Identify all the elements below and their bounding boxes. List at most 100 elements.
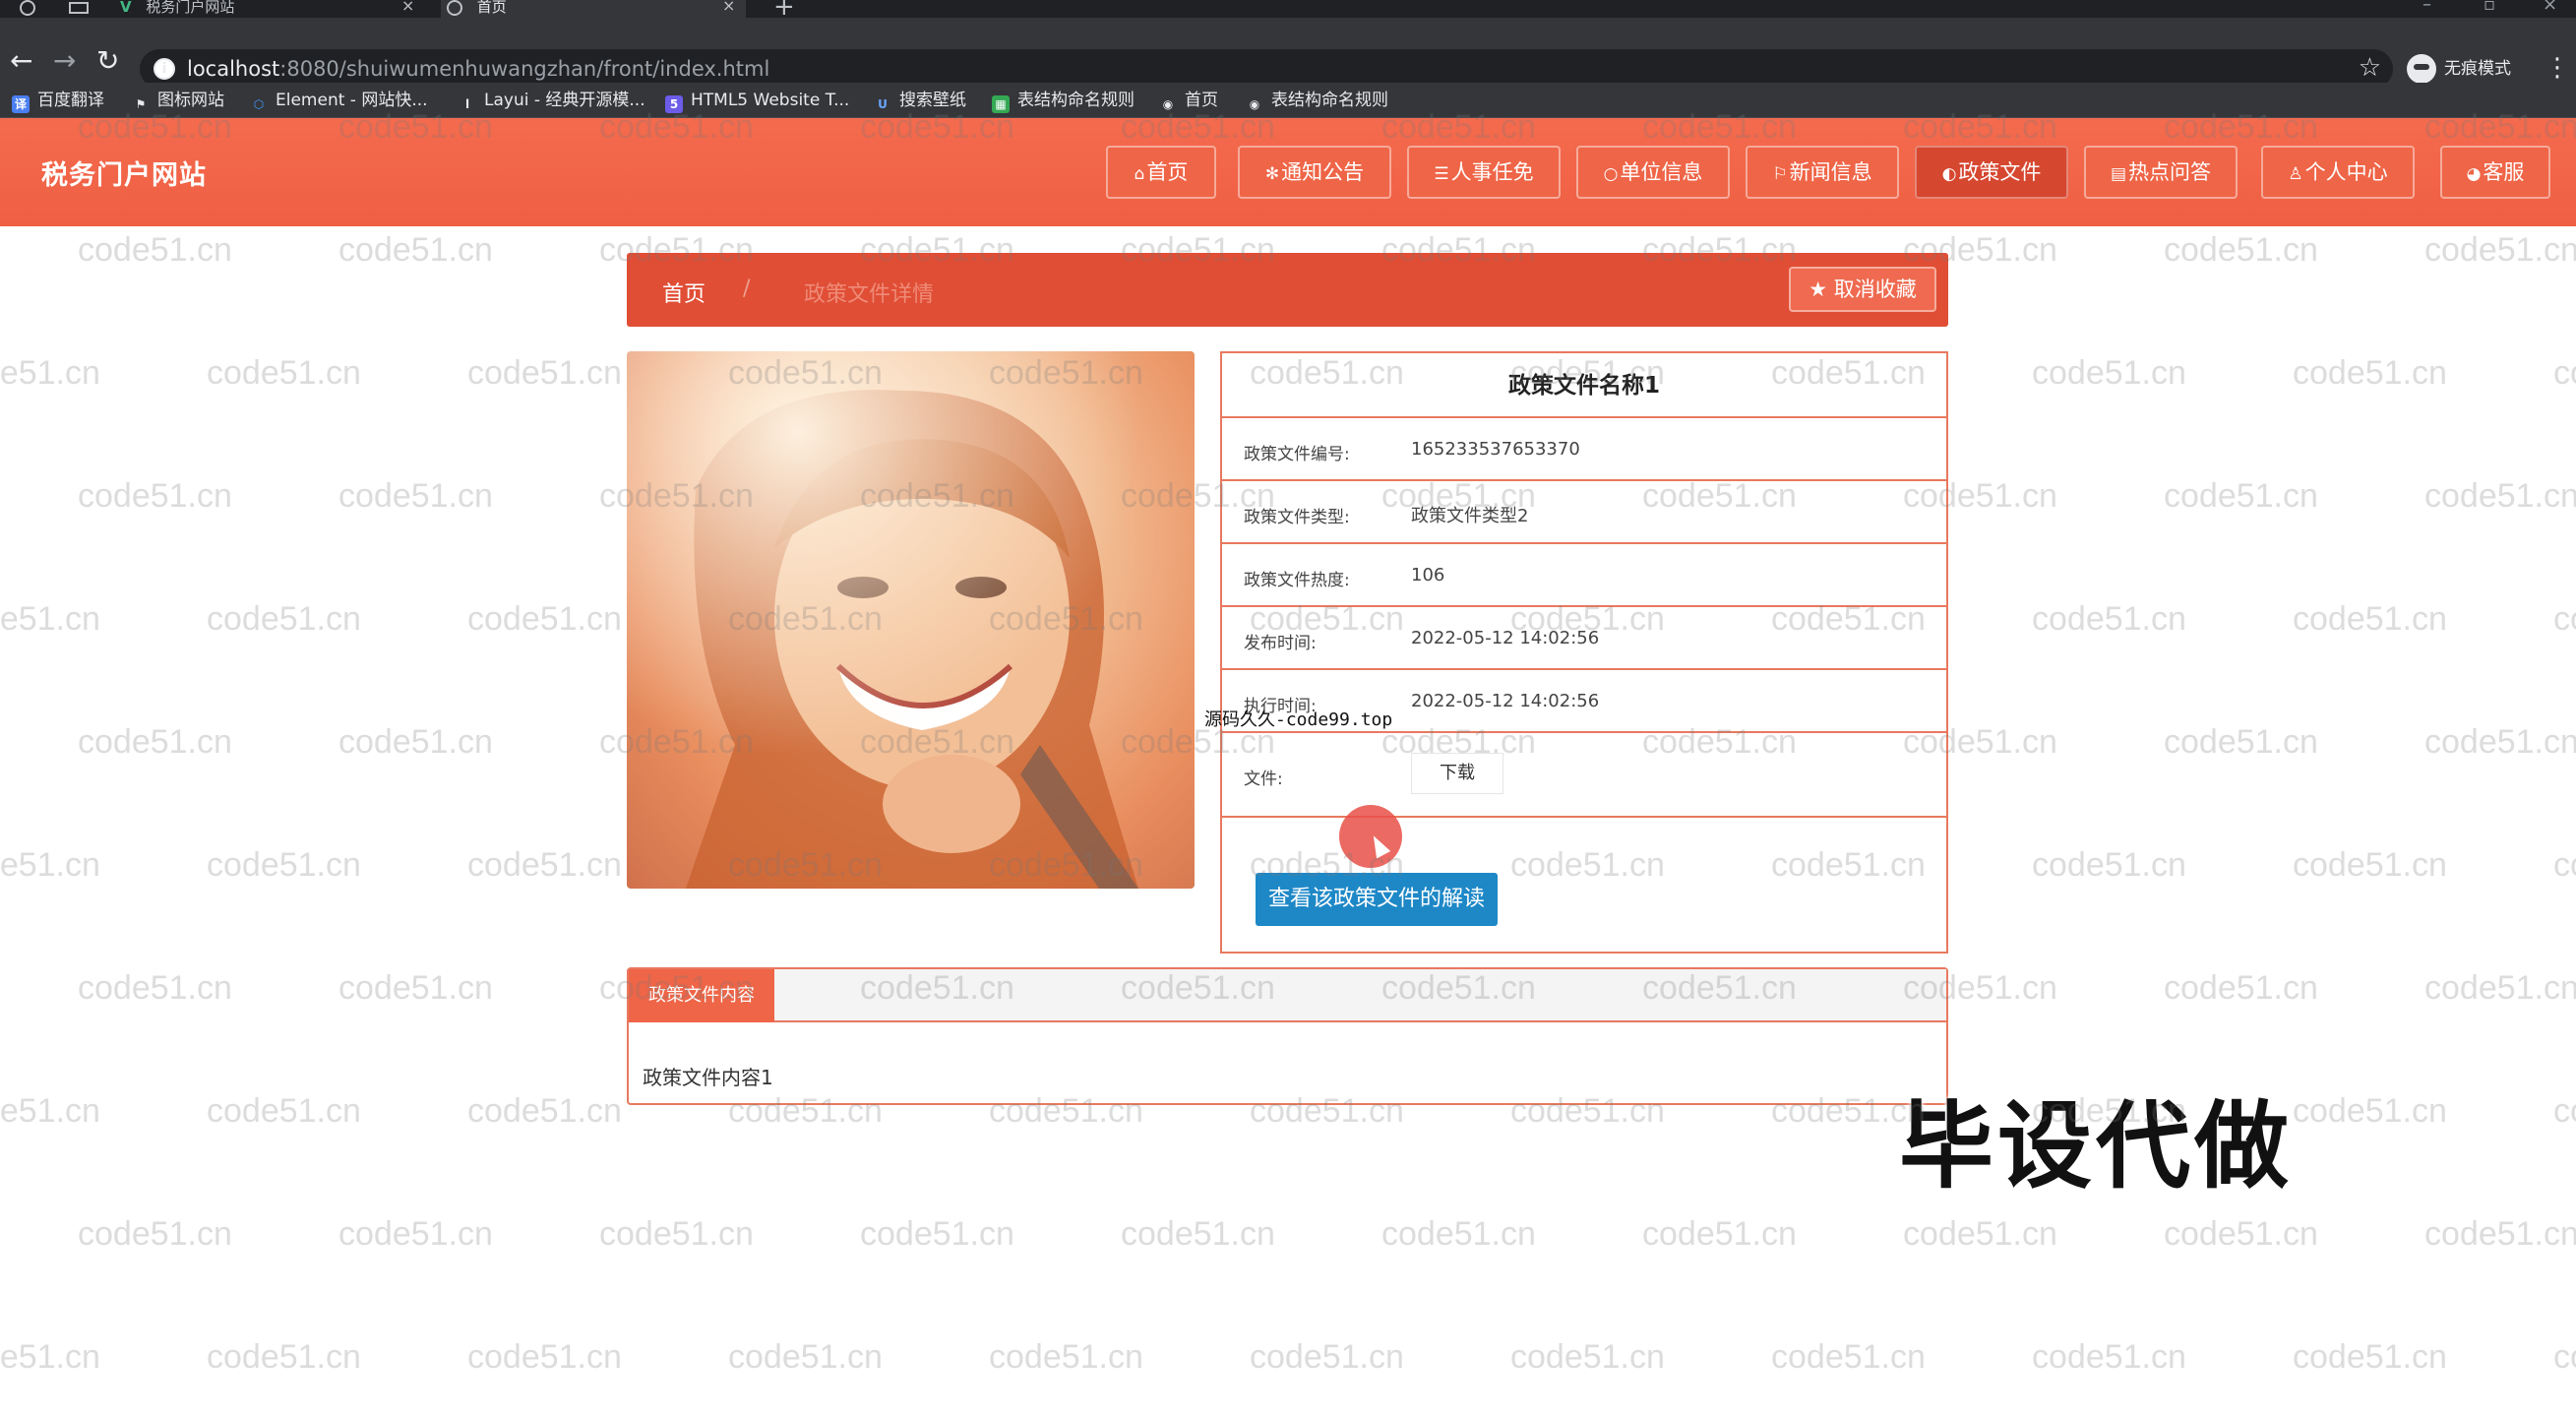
nav-service[interactable]: ◕客服 [2440,146,2550,199]
unfavorite-button[interactable]: ★ 取消收藏 [1789,267,1936,312]
nav-units[interactable]: ○单位信息 [1576,146,1730,199]
maximize-icon[interactable]: ▫ [2484,0,2495,15]
calendar-icon: ▤ [2110,164,2127,184]
close-tab-icon[interactable]: × [401,0,414,14]
watermark-text: code51.cn [207,354,361,392]
info-key: 政策文件类型: [1244,508,1350,527]
watermark-text: code51.cn [2424,477,2576,515]
watermark-text: code51.cn [467,1338,622,1376]
browser-menu-icon[interactable]: ⋮ [2545,51,2570,85]
watermark-text: code51.cn [599,1215,754,1253]
palette-icon: ◐ [1941,164,1957,184]
watermark-text: code51.cn [860,1215,1014,1253]
browser-tab-title: 税务门户网站 [146,0,235,16]
breadcrumb: 首页 / 政策文件详情 ★ 取消收藏 [627,253,1948,327]
vue-icon: V [120,0,132,16]
watermark-text: code51.cn [78,723,232,761]
watermark-text: code51.cn [2164,477,2318,515]
chat-icon: ○ [1603,164,1619,184]
bookmark-item[interactable]: 5 HTML5 Website T... [665,91,849,113]
watermark-text: code51.cn [2553,846,2576,884]
watermark-text: code51.cn [2553,354,2576,392]
watermark-text: code51.cn [2424,969,2576,1007]
view-interpretation-button[interactable]: 查看该政策文件的解读 [1256,873,1498,926]
bookmark-item[interactable]: 译百度翻译 [12,91,104,113]
nav-policy[interactable]: ◐政策文件 [1915,146,2068,199]
snowflake-icon: ✻ [1264,164,1280,184]
nav-home[interactable]: ⌂首页 [1106,146,1216,199]
watermark-text: code51.cn [338,1215,493,1253]
policy-info-panel: 政策文件名称1 政策文件编号: 165233537653370 政策文件类型: … [1220,351,1948,954]
watermark-text: code51.cn [1903,1215,2057,1253]
reload-icon[interactable]: ↻ [96,47,119,75]
source-tag: 源码久久-code99.top [1204,709,1393,730]
watermark-text: code51.cn [78,231,232,269]
bookmark-item[interactable]: ◉ 首页 [1159,91,1218,113]
forward-icon[interactable]: → [53,47,76,75]
watermark-text: code51.cn [1381,1215,1536,1253]
watermark-text: code51.cn [78,477,232,515]
watermark-text: code51.cn [1510,1338,1665,1376]
browser-tab[interactable]: V 税务门户网站 × [120,0,433,18]
watermark-text: code51.cn [467,354,622,392]
watermark-text: code51.cn [2032,846,2186,884]
bookmark-item[interactable]: ⬡ Element - 网站快... [250,91,428,113]
watermark-text: code51.cn [207,846,361,884]
breadcrumb-home[interactable]: 首页 [662,277,705,308]
portrait-illustration [627,351,1195,889]
flag-icon: ⚑ [135,97,147,111]
nav-news[interactable]: ⚐新闻信息 [1746,146,1899,199]
translate-icon: 译 [12,95,30,113]
tab-policy-content[interactable]: 政策文件内容 [629,969,774,1022]
bookmark-item[interactable]: l Layui - 经典开源模... [459,91,645,113]
watermark-text: code51.cn [2553,1338,2576,1376]
watermark-text: code51.cn [0,1092,100,1130]
watermark-text: code51.cn [467,1092,622,1130]
nav-profile[interactable]: ♙个人中心 [2261,146,2415,199]
watermark-text: code51.cn [2424,723,2576,761]
watermark-text: code51.cn [0,600,100,638]
watermark-text: code51.cn [989,1338,1143,1376]
promo-text: 毕设代做 [1899,1091,2293,1201]
incognito-profile[interactable]: 无痕模式 [2407,53,2511,85]
browser-menu-icon[interactable] [20,0,35,18]
watermark-text: code51.cn [467,846,622,884]
user-icon: ♙ [2288,164,2303,184]
watermark-text: code51.cn [2293,1092,2447,1130]
minimize-icon[interactable]: – [2423,0,2431,15]
info-row: 政策文件编号: 165233537653370 [1222,418,1946,481]
site-header: 税务门户网站 ⌂首页 ✻通知公告 ☰人事任免 ○单位信息 ⚐新闻信息 ◐政策文件… [0,118,2576,226]
nav-personnel[interactable]: ☰人事任免 [1407,146,1561,199]
download-button[interactable]: 下载 [1411,753,1503,794]
new-tab-icon[interactable]: + [773,0,795,20]
watermark-text: code51.cn [2032,1338,2186,1376]
site-info-icon[interactable]: i [153,58,175,80]
window-icon[interactable] [69,2,89,14]
watermark-text: code51.cn [207,1092,361,1130]
info-key: 政策文件热度: [1244,571,1350,590]
bookmark-item[interactable]: U 搜索壁纸 [874,91,966,113]
info-row: 政策文件热度: 106 [1222,544,1946,607]
bookmarks-bar: 译百度翻译 ⚑ 图标网站 ⬡ Element - 网站快... l Layui - 经… [0,83,2576,118]
watermark-text: code51.cn [2553,1092,2576,1130]
site-title[interactable]: 税务门户网站 [41,154,207,192]
bookmark-star-icon[interactable]: ☆ [2359,53,2381,83]
bookmark-item[interactable]: ▦ 表结构命名规则 [992,91,1135,113]
back-icon[interactable]: ← [10,47,32,75]
star-icon: ★ [1809,277,1828,301]
watermark-text: code51.cn [2164,969,2318,1007]
close-tab-icon[interactable]: × [722,0,735,14]
info-key: 政策文件编号: [1244,445,1350,464]
nav-qa[interactable]: ▤热点问答 [2084,146,2238,199]
nav-notices[interactable]: ✻通知公告 [1238,146,1391,199]
watermark-text: code51.cn [78,1215,232,1253]
layers-icon: ☰ [1434,164,1449,184]
watermark-text: code51.cn [78,969,232,1007]
url-text: localhost:8080/shuiwumenhuwangzhan/front… [187,57,770,81]
bookmark-item[interactable]: ◉ 表结构命名规则 [1246,91,1388,113]
browser-tab-active[interactable]: 首页 × [441,0,746,18]
globe-icon [447,0,462,16]
bookmark-item[interactable]: ⚑ 图标网站 [132,91,224,113]
close-window-icon[interactable]: × [2543,0,2557,15]
watermark-text: code51.cn [338,477,493,515]
